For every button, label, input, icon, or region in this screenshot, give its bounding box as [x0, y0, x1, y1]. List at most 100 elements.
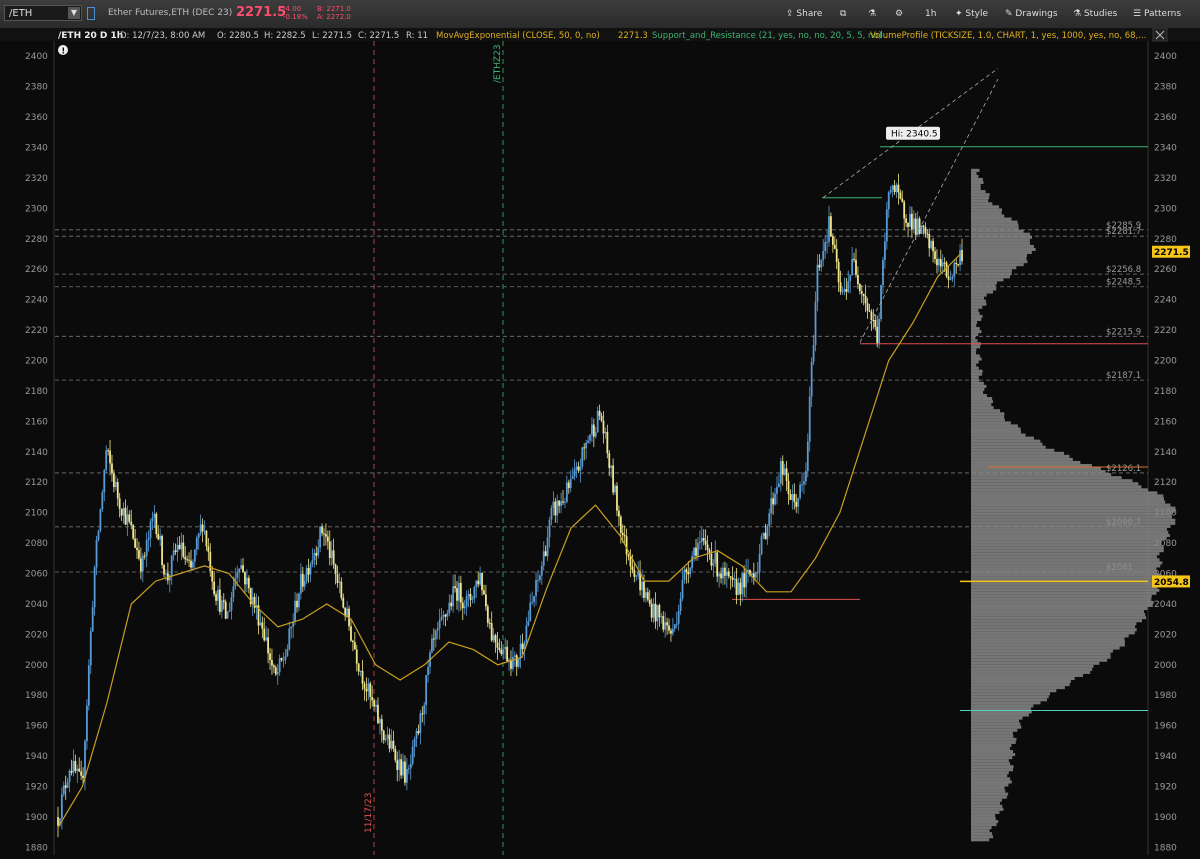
candle-body — [128, 514, 131, 522]
price-chart[interactable]: /ETH 20 D 1h D: 12/7/23, 8:00 AM O: 2280… — [0, 27, 1200, 855]
candle-body — [477, 580, 480, 585]
volume-profile-bar — [971, 670, 1091, 674]
candle-body — [107, 450, 110, 452]
volume-profile-bar — [971, 585, 1158, 589]
y-tick-left: 1900 — [25, 813, 48, 823]
candle-body — [666, 622, 668, 626]
candle-body — [899, 192, 902, 199]
volume-profile-bar — [971, 424, 1018, 428]
candle-body — [704, 540, 707, 545]
volume-profile-bar — [971, 205, 1000, 209]
candle-body — [961, 250, 963, 262]
candle-body — [494, 635, 497, 643]
candle-body — [269, 653, 271, 661]
candle-body — [816, 264, 819, 302]
candle-body — [95, 539, 98, 568]
timeframe-button[interactable]: 1h — [925, 5, 936, 23]
candle-body — [328, 541, 331, 559]
header-open: O: 2280.5 — [217, 31, 259, 41]
candle-body — [157, 533, 160, 540]
candle-body — [442, 614, 445, 617]
candle-body — [689, 567, 692, 575]
volume-profile-bar — [971, 275, 1010, 279]
volume-profile-bar — [971, 457, 1073, 461]
chevron-down-icon[interactable]: ▼ — [68, 7, 80, 19]
date-marker-label: 11/17/23 — [364, 793, 374, 833]
candle-body — [236, 572, 239, 578]
candle-body — [151, 517, 154, 522]
candle-body — [357, 663, 360, 672]
y-tick-left: 2280 — [25, 235, 48, 245]
candle-body — [614, 485, 616, 493]
snapshot-icon[interactable]: ⧉ — [840, 5, 846, 23]
drawings-label: Drawings — [1015, 9, 1058, 19]
y-tick-left: 2320 — [25, 174, 48, 184]
candle-body — [608, 453, 611, 468]
candle-body — [161, 535, 163, 566]
volume-profile-bar — [971, 314, 983, 318]
volume-profile-bar — [971, 524, 1171, 528]
candle-body — [804, 471, 807, 482]
volume-profile-bar — [971, 661, 1100, 665]
share-button[interactable]: ⇪ Share — [786, 5, 822, 23]
y-tick-left: 2160 — [25, 417, 48, 427]
volume-profile-bar — [971, 323, 977, 328]
y-tick-left: 2220 — [25, 326, 48, 336]
candle-body — [912, 218, 915, 230]
candle-body — [598, 410, 601, 416]
candle-body — [806, 441, 809, 472]
candle-body — [643, 581, 645, 598]
candle-body — [795, 501, 798, 507]
y-tick-left: 1880 — [25, 843, 48, 853]
candle-body — [857, 274, 859, 285]
sr-study-label[interactable]: Support_and_Resistance (21, yes, no, no,… — [652, 31, 882, 41]
vp-study-label[interactable]: VolumeProfile (TICKSIZE, 1.0, CHART, 1, … — [870, 31, 1146, 41]
candle-body — [801, 484, 803, 486]
candle-body — [201, 524, 204, 532]
candle-body — [431, 638, 433, 653]
candle-body — [224, 601, 227, 619]
candle-body — [793, 494, 796, 502]
volume-profile-bar — [971, 600, 1154, 604]
candle-body — [695, 547, 697, 556]
timeframe-label: 1h — [925, 9, 937, 19]
candle-body — [531, 601, 534, 603]
volume-profile-bar — [971, 284, 996, 288]
candle-body — [465, 596, 468, 607]
change-value: -4.00 — [283, 5, 302, 13]
drawings-button[interactable]: ✎ Drawings — [1005, 5, 1058, 23]
volume-profile-bar — [971, 734, 1014, 738]
volume-profile-bar — [971, 299, 986, 303]
flask-icon[interactable]: ⚗ — [868, 5, 876, 23]
candle-body — [259, 622, 262, 626]
volume-profile-bar — [971, 737, 1017, 741]
volume-profile-bar — [971, 768, 1013, 772]
candle-body — [849, 275, 852, 282]
chart-area[interactable]: /ETH 20 D 1h D: 12/7/23, 8:00 AM O: 2280… — [0, 27, 1200, 855]
candle-body — [710, 553, 713, 566]
symbol-input[interactable]: /ETH ▼ — [4, 5, 82, 21]
volume-profile-bar — [971, 789, 1006, 793]
bookmark-icon[interactable] — [87, 7, 95, 20]
candle-body — [330, 550, 333, 559]
y-tick-right: 2000 — [1154, 661, 1177, 671]
style-button[interactable]: ✦ Style — [955, 5, 988, 23]
y-tick-right: 2300 — [1154, 204, 1177, 214]
patterns-button[interactable]: ☰ Patterns — [1133, 5, 1181, 23]
candle-body — [116, 482, 119, 499]
volume-profile-bar — [971, 558, 1160, 562]
volume-profile-bar — [971, 655, 1111, 659]
ema-study-label[interactable]: MovAvgExponential (CLOSE, 50, 0, no) — [436, 31, 600, 41]
candle-body — [485, 594, 487, 607]
volume-profile-bar — [971, 220, 1018, 224]
candle-body — [822, 250, 825, 260]
volume-profile-bar — [971, 521, 1176, 525]
volume-profile-bar — [971, 217, 1012, 221]
candle-body — [384, 738, 387, 741]
gear-icon[interactable]: ⚙ — [895, 5, 903, 23]
volume-profile-bar — [971, 366, 979, 370]
volume-profile-bar — [971, 223, 1019, 227]
candle-body — [562, 501, 564, 503]
expand-icon[interactable] — [1152, 27, 1168, 42]
studies-button[interactable]: ⚗ Studies — [1073, 5, 1117, 23]
